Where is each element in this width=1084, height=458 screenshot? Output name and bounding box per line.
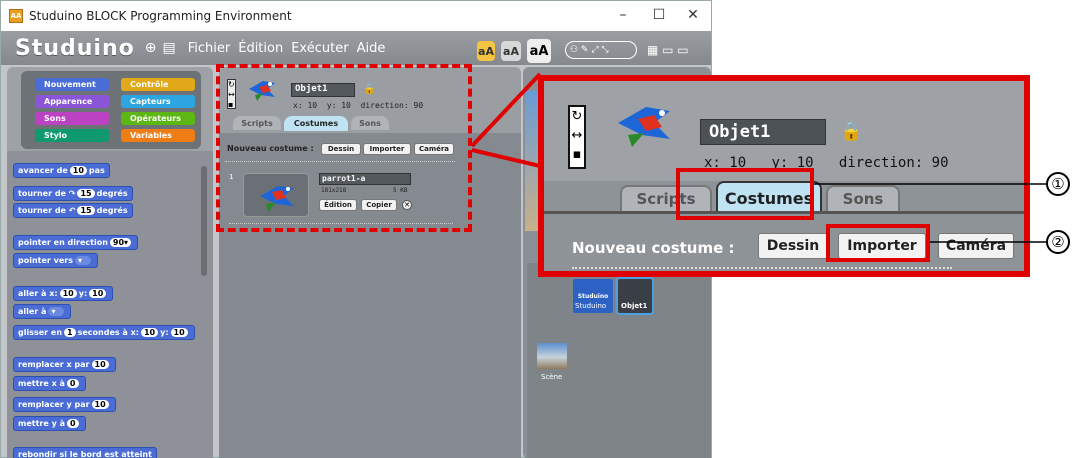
stage-mode-buttons[interactable]: ⚇ ✎ ⤢ ⤡	[565, 41, 637, 59]
zoom-tab-scripts[interactable]: Scripts	[620, 185, 712, 211]
globe-icon[interactable]: ⊕	[145, 40, 157, 56]
category-apparence[interactable]: Apparence	[35, 95, 109, 108]
menu-edition[interactable]: Édition	[238, 41, 283, 56]
menu-aide[interactable]: Aide	[357, 41, 386, 56]
highlight-dashed-box	[216, 64, 472, 232]
scene-label: Scène	[541, 373, 563, 381]
block-pointer-vers[interactable]: pointer vers ▾	[13, 253, 98, 268]
block-pointer-direction[interactable]: pointer en direction 90▾	[13, 235, 139, 250]
block-remplacer-y[interactable]: remplacer y par 10	[13, 397, 116, 412]
block-glisser[interactable]: glisser en 1 secondes à x: 10 y: 10	[13, 325, 195, 340]
save-icon[interactable]: ▤	[163, 40, 176, 56]
annotation-marker-1: ①	[1046, 172, 1070, 196]
block-tourner-right[interactable]: tourner de ↷ 15 degrés	[13, 186, 133, 201]
palette-scrollbar[interactable]	[201, 166, 207, 276]
zoom-sprite-name-field[interactable]: Objet1	[700, 119, 826, 145]
block-tourner-left[interactable]: tourner de ↶ 15 degrés	[13, 203, 133, 218]
menu-fichier[interactable]: Fichier	[188, 41, 231, 56]
menu-executer[interactable]: Exécuter	[291, 41, 348, 56]
zoom-tab-costumes[interactable]: Costumes	[716, 181, 822, 213]
block-aller-xy[interactable]: aller à x: 10 y: 10	[13, 286, 114, 301]
zoom-rotation-style-icons[interactable]: ↻ ↔ ▪	[568, 105, 586, 169]
font-medium-button[interactable]: aA	[501, 41, 521, 61]
layout-icons[interactable]: ▦ ▭ ▭	[647, 43, 689, 57]
block-aller-a[interactable]: aller à ▾	[13, 304, 72, 319]
scene-thumbnail[interactable]	[537, 343, 567, 369]
block-avancer[interactable]: avancer de 10 pas	[13, 163, 110, 178]
font-small-button[interactable]: aA	[477, 41, 495, 61]
font-large-button[interactable]: aA	[527, 39, 551, 63]
zoom-divider	[572, 267, 952, 269]
zoom-nouveau-costume-label: Nouveau costume :	[572, 239, 735, 257]
category-nouvement[interactable]: Nouvement	[35, 78, 109, 91]
category-capteurs[interactable]: Capteurs	[121, 95, 195, 108]
annotation-marker-2: ②	[1046, 230, 1070, 254]
studuino-app-icon: AA	[9, 9, 23, 23]
minimize-button[interactable]: –	[613, 7, 633, 23]
zoom-parrot-sprite-icon	[612, 99, 678, 151]
screenshot-stage: { "window": { "title": "Studuino BLOCK P…	[0, 0, 1084, 458]
zoom-lock-icon[interactable]: 🔒	[840, 121, 862, 142]
window-title: Studuino BLOCK Programming Environment	[29, 9, 292, 23]
category-sons[interactable]: Sons	[35, 112, 109, 125]
close-button[interactable]: ✕	[683, 7, 703, 23]
maximize-button[interactable]: ☐	[649, 7, 669, 23]
sprite-label-objet1: Objet1	[621, 302, 648, 310]
annotation-leader-lines	[814, 183, 1046, 243]
studuino-logo: Studuino	[15, 35, 135, 61]
zoom-sprite-coords: x: 10 y: 10 direction: 90	[704, 155, 949, 171]
category-operateurs[interactable]: Opérateurs	[121, 112, 195, 125]
category-controle[interactable]: Contrôle	[121, 78, 195, 91]
block-mettre-x[interactable]: mettre x à0	[13, 376, 86, 391]
block-rebondir[interactable]: rebondir si le bord est atteint	[13, 447, 157, 458]
block-remplacer-x[interactable]: remplacer x par 10	[13, 357, 116, 372]
block-mettre-y[interactable]: mettre y à0	[13, 416, 86, 431]
title-bar: AA Studuino BLOCK Programming Environmen…	[1, 1, 711, 31]
category-stylo[interactable]: Stylo	[35, 129, 109, 142]
category-variables[interactable]: Variables	[121, 129, 195, 142]
sprite-label-studuino: Studuino	[575, 302, 607, 310]
